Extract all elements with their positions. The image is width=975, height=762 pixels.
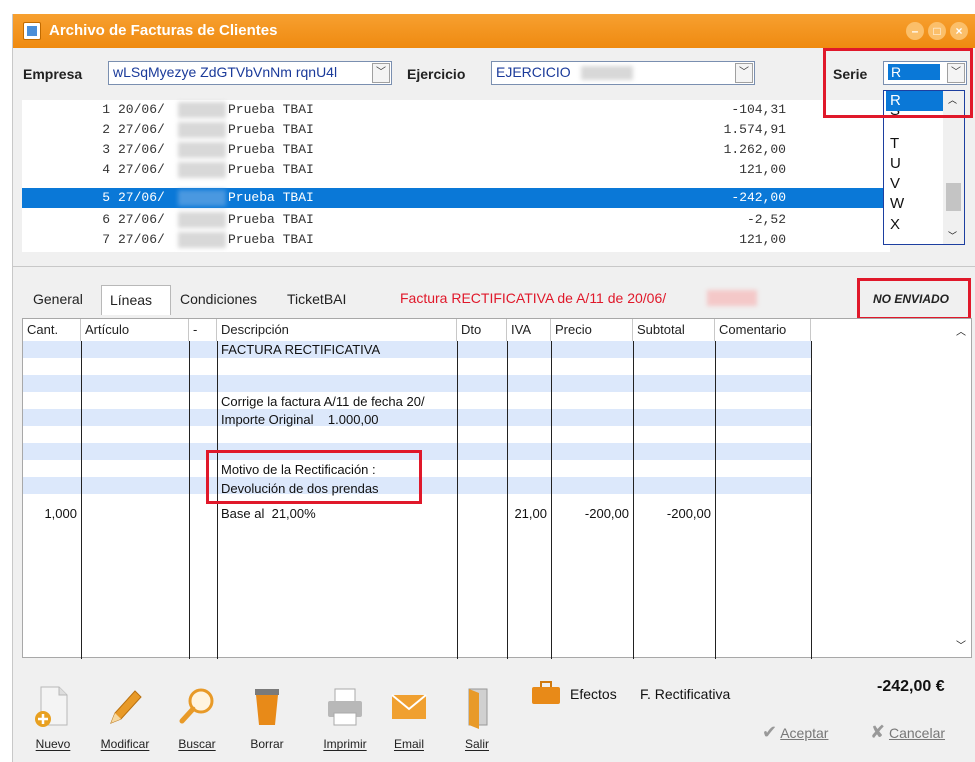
tab-general[interactable]: General: [25, 285, 91, 315]
invoice-row[interactable]: 6 27/06/Prueba TBAI -2,52: [22, 210, 890, 230]
invoice-row[interactable]: 7 27/06/Prueba TBAI 121,00: [22, 230, 890, 250]
printer-icon: [325, 685, 365, 727]
modificar-button[interactable]: Modificar: [96, 685, 154, 751]
blurred-date: [707, 290, 757, 306]
status-highlight-box: [857, 278, 971, 320]
col-descripcion[interactable]: Descripción: [217, 319, 457, 341]
ejercicio-value: EJERCICIO: [496, 64, 571, 80]
invoice-row[interactable]: 1 20/06/Prueba TBAI -104,31: [22, 100, 890, 120]
serie-highlight-box: [823, 48, 973, 118]
new-document-icon: [33, 685, 73, 727]
grid-scrollbar[interactable]: ︿ ﹀: [951, 319, 971, 657]
divider: [12, 266, 975, 267]
scroll-thumb[interactable]: [946, 183, 961, 211]
invoice-list[interactable]: 1 20/06/Prueba TBAI -104,31 2 27/06/Prueba …: [22, 100, 890, 252]
scroll-down-icon[interactable]: ﹀: [956, 637, 966, 652]
serie-option[interactable]: T: [886, 134, 946, 154]
col-dto[interactable]: Dto: [457, 319, 507, 341]
invoice-row[interactable]: 2 27/06/Prueba TBAI 1.574,91: [22, 120, 890, 140]
rectificativa-note: Factura RECTIFICATIVA de A/11 de 20/06/: [400, 290, 667, 306]
borrar-button[interactable]: Borrar: [238, 685, 296, 751]
email-button[interactable]: Email: [380, 685, 438, 751]
line-precio[interactable]: -200,00: [551, 505, 629, 523]
magnifier-icon: [177, 685, 217, 727]
trash-icon: [247, 685, 287, 727]
pencil-icon: [105, 685, 145, 727]
exit-door-icon: [457, 685, 497, 729]
col-iva[interactable]: IVA: [507, 319, 551, 341]
salir-button[interactable]: Salir: [448, 685, 506, 751]
minimize-icon[interactable]: –: [906, 22, 924, 40]
invoice-row[interactable]: 3 27/06/Prueba TBAI 1.262,00: [22, 140, 890, 160]
briefcase-icon: [532, 681, 560, 704]
empresa-select[interactable]: wLSqMyezye ZdGTVbVnNm rqnU4l: [108, 61, 392, 85]
col-subtotal[interactable]: Subtotal: [633, 319, 715, 341]
cancelar-button[interactable]: ✘ Cancelar: [870, 722, 945, 743]
line-iva[interactable]: 21,00: [507, 505, 547, 523]
close-icon[interactable]: ×: [950, 22, 968, 40]
maximize-icon[interactable]: □: [928, 22, 946, 40]
aceptar-button[interactable]: ✔ Aceptar: [762, 722, 828, 743]
line-subtotal[interactable]: -200,00: [633, 505, 711, 523]
motivo-highlight-box: [206, 450, 422, 504]
serie-option[interactable]: W: [886, 194, 946, 214]
tab-lineas[interactable]: Líneas: [101, 285, 171, 315]
app-icon: [23, 22, 41, 40]
serie-option[interactable]: V: [886, 174, 946, 194]
col-precio[interactable]: Precio: [551, 319, 633, 341]
buscar-button[interactable]: Buscar: [168, 685, 226, 751]
total-amount: -242,00 €: [877, 678, 945, 695]
scroll-up-icon[interactable]: ︿: [956, 323, 966, 338]
col-articulo[interactable]: Artículo: [81, 319, 189, 341]
invoice-row-selected[interactable]: 5 27/06/Prueba TBAI -242,00: [22, 188, 890, 208]
tab-ticketbai[interactable]: TicketBAI: [279, 285, 354, 315]
invoice-row[interactable]: 4 27/06/Prueba TBAI 121,00: [22, 160, 890, 180]
title-bar[interactable]: Archivo de Facturas de Clientes – □ ×: [13, 14, 975, 48]
empresa-label: Empresa: [23, 66, 83, 82]
ejercicio-label: Ejercicio: [407, 66, 466, 82]
rectificativa-button[interactable]: F. Rectificativa: [640, 686, 730, 702]
ejercicio-chevron-down-icon[interactable]: ﹀: [735, 63, 753, 83]
empresa-chevron-down-icon[interactable]: ﹀: [372, 63, 390, 83]
col-comentario[interactable]: Comentario: [715, 319, 811, 341]
check-icon: ✔: [762, 722, 778, 742]
serie-option[interactable]: U: [886, 154, 946, 174]
line-desc[interactable]: Base al 21,00%: [221, 505, 316, 523]
line-cant[interactable]: 1,000: [23, 505, 77, 523]
serie-option[interactable]: X: [886, 215, 946, 235]
envelope-icon: [389, 685, 429, 727]
tab-condiciones[interactable]: Condiciones: [172, 285, 265, 315]
blurred-year: [580, 66, 633, 81]
col-dash[interactable]: -: [189, 319, 217, 341]
col-cant[interactable]: Cant.: [23, 319, 81, 341]
nuevo-button[interactable]: Nuevo: [24, 685, 82, 751]
lines-grid[interactable]: Cant. Artículo - Descripción Dto IVA Pre…: [22, 318, 972, 659]
ejercicio-select[interactable]: EJERCICIO: [491, 61, 755, 85]
cancel-icon: ✘: [870, 722, 886, 742]
window-title: Archivo de Facturas de Clientes: [49, 22, 278, 39]
imprimir-button[interactable]: Imprimir: [316, 685, 374, 751]
line-desc[interactable]: FACTURA RECTIFICATIVA: [221, 341, 380, 359]
scroll-down-icon[interactable]: ﹀: [948, 229, 957, 242]
line-desc[interactable]: Corrige la factura A/11 de fecha 20/: [221, 393, 425, 411]
line-desc[interactable]: Importe Original 1.000,00: [221, 411, 379, 429]
